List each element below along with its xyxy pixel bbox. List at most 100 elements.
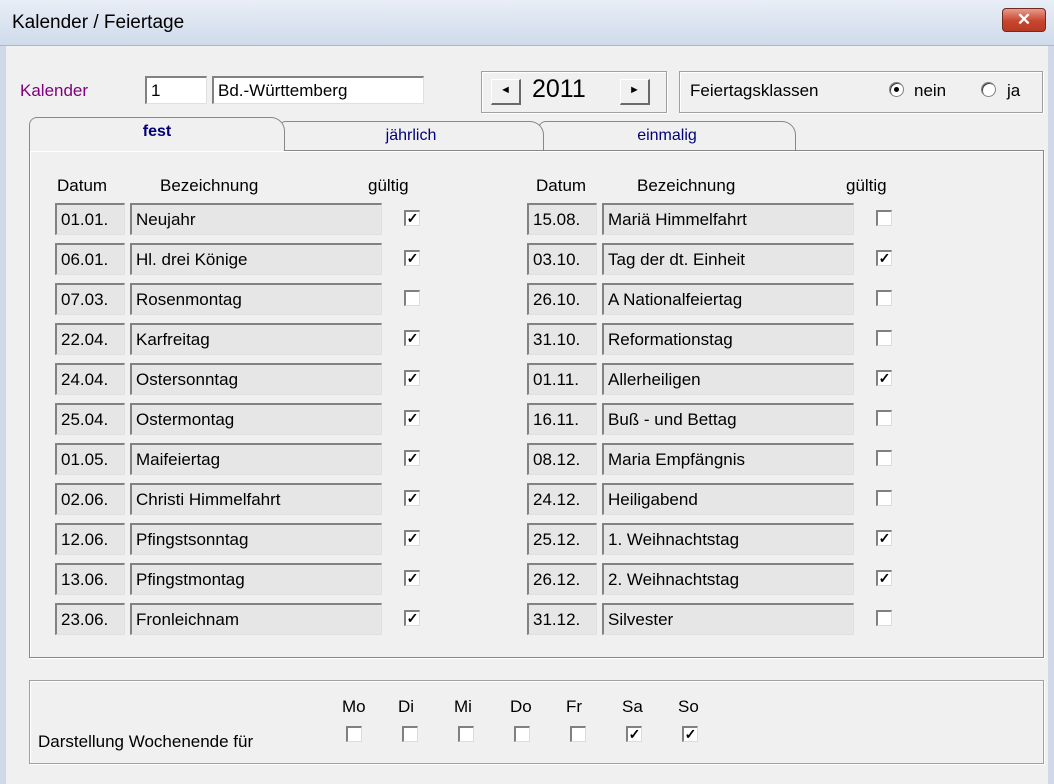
holiday-date[interactable]: 25.12. bbox=[527, 523, 597, 555]
holiday-name[interactable]: 1. Weihnachtstag bbox=[602, 523, 854, 555]
calendar-name-field[interactable]: Bd.-Württemberg bbox=[212, 76, 424, 104]
holiday-name[interactable]: 2. Weihnachtstag bbox=[602, 563, 854, 595]
holiday-name[interactable]: Rosenmontag bbox=[130, 283, 382, 315]
weekday-checkbox[interactable] bbox=[570, 726, 586, 742]
weekday-checkbox[interactable]: ✓ bbox=[626, 726, 642, 742]
holiday-valid-checkbox[interactable]: ✓ bbox=[876, 370, 892, 386]
next-year-button[interactable]: ► bbox=[620, 79, 650, 105]
holiday-name[interactable]: Karfreitag bbox=[130, 323, 382, 355]
holiday-name[interactable]: Heiligabend bbox=[602, 483, 854, 515]
col-header-gueltig-right: gültig bbox=[846, 176, 887, 195]
holiday-date[interactable]: 24.04. bbox=[55, 363, 125, 395]
tab-einmalig[interactable]: einmalig bbox=[538, 121, 796, 151]
holiday-valid-checkbox[interactable] bbox=[876, 410, 892, 426]
holiday-valid-checkbox[interactable]: ✓ bbox=[876, 250, 892, 266]
holiday-name[interactable]: Fronleichnam bbox=[130, 603, 382, 635]
holiday-date[interactable]: 01.11. bbox=[527, 363, 597, 395]
holiday-valid-checkbox[interactable]: ✓ bbox=[404, 490, 420, 506]
holiday-valid-checkbox[interactable] bbox=[404, 290, 420, 306]
holiday-valid-checkbox[interactable] bbox=[876, 330, 892, 346]
holiday-valid-checkbox[interactable]: ✓ bbox=[404, 570, 420, 586]
holiday-valid-checkbox[interactable]: ✓ bbox=[404, 250, 420, 266]
holiday-valid-checkbox[interactable] bbox=[876, 210, 892, 226]
tab-fest[interactable]: fest bbox=[29, 117, 285, 151]
holiday-date[interactable]: 25.04. bbox=[55, 403, 125, 435]
holiday-name[interactable]: Christi Himmelfahrt bbox=[130, 483, 382, 515]
holiday-date[interactable]: 02.06. bbox=[55, 483, 125, 515]
weekday-checkbox[interactable] bbox=[514, 726, 530, 742]
holiday-name[interactable]: Hl. drei Könige bbox=[130, 243, 382, 275]
weekday-label: Fr bbox=[566, 697, 583, 716]
chevron-left-icon: ◄ bbox=[500, 84, 511, 96]
holiday-name[interactable]: Reformationstag bbox=[602, 323, 854, 355]
tab-jaehrlich[interactable]: jährlich bbox=[278, 121, 544, 151]
calendar-number-field[interactable]: 1 bbox=[145, 76, 207, 104]
holiday-date[interactable]: 22.04. bbox=[55, 323, 125, 355]
holiday-name[interactable]: Pfingstmontag bbox=[130, 563, 382, 595]
weekend-label: Darstellung Wochenende für bbox=[38, 732, 254, 751]
prev-year-button[interactable]: ◄ bbox=[491, 79, 521, 105]
holiday-date[interactable]: 26.12. bbox=[527, 563, 597, 595]
holiday-date[interactable]: 06.01. bbox=[55, 243, 125, 275]
weekday-checkbox[interactable] bbox=[346, 726, 362, 742]
weekday-checkbox[interactable] bbox=[402, 726, 418, 742]
holiday-name[interactable]: Tag der dt. Einheit bbox=[602, 243, 854, 275]
col-header-datum-right: Datum bbox=[536, 176, 587, 195]
holiday-name[interactable]: Maifeiertag bbox=[130, 443, 382, 475]
window-title: Kalender / Feiertage bbox=[12, 12, 185, 33]
holiday-name[interactable]: Allerheiligen bbox=[602, 363, 854, 395]
close-button[interactable]: ✕ bbox=[1002, 8, 1046, 32]
weekday-label: Sa bbox=[622, 697, 643, 716]
holiday-valid-checkbox[interactable]: ✓ bbox=[404, 450, 420, 466]
holiday-valid-checkbox[interactable]: ✓ bbox=[876, 530, 892, 546]
holiday-name[interactable]: Buß - und Bettag bbox=[602, 403, 854, 435]
holiday-date[interactable]: 01.05. bbox=[55, 443, 125, 475]
holiday-name[interactable]: Ostersonntag bbox=[130, 363, 382, 395]
holiday-name[interactable]: Pfingstsonntag bbox=[130, 523, 382, 555]
holiday-valid-checkbox[interactable] bbox=[876, 290, 892, 306]
holiday-date[interactable]: 13.06. bbox=[55, 563, 125, 595]
holiday-date[interactable]: 08.12. bbox=[527, 443, 597, 475]
holiday-date[interactable]: 31.10. bbox=[527, 323, 597, 355]
holiday-name[interactable]: Silvester bbox=[602, 603, 854, 635]
holiday-date[interactable]: 26.10. bbox=[527, 283, 597, 315]
radio-nein-label[interactable]: nein bbox=[914, 81, 946, 101]
weekday-checkbox[interactable]: ✓ bbox=[682, 726, 698, 742]
holiday-valid-checkbox[interactable]: ✓ bbox=[404, 330, 420, 346]
radio-ja[interactable] bbox=[981, 82, 996, 97]
holiday-valid-checkbox[interactable]: ✓ bbox=[404, 610, 420, 626]
holiday-valid-checkbox[interactable]: ✓ bbox=[404, 530, 420, 546]
holiday-name[interactable]: Maria Empfängnis bbox=[602, 443, 854, 475]
holiday-valid-checkbox[interactable]: ✓ bbox=[404, 210, 420, 226]
chevron-right-icon: ► bbox=[629, 84, 640, 96]
col-header-gueltig-left: gültig bbox=[368, 176, 409, 195]
year-display: 2011 bbox=[532, 75, 586, 103]
weekday-label: Di bbox=[398, 697, 415, 716]
holiday-date[interactable]: 15.08. bbox=[527, 203, 597, 235]
radio-nein[interactable] bbox=[889, 82, 904, 97]
holiday-valid-checkbox[interactable]: ✓ bbox=[404, 370, 420, 386]
holiday-valid-checkbox[interactable] bbox=[876, 610, 892, 626]
radio-ja-label[interactable]: ja bbox=[1007, 81, 1020, 101]
holiday-date[interactable]: 31.12. bbox=[527, 603, 597, 635]
holiday-valid-checkbox[interactable] bbox=[876, 490, 892, 506]
weekday-label: Mi bbox=[454, 697, 472, 716]
holiday-date[interactable]: 23.06. bbox=[55, 603, 125, 635]
holiday-date[interactable]: 07.03. bbox=[55, 283, 125, 315]
holiday-name[interactable]: A Nationalfeiertag bbox=[602, 283, 854, 315]
col-header-bezeichnung-right: Bezeichnung bbox=[637, 176, 736, 195]
holiday-date[interactable]: 12.06. bbox=[55, 523, 125, 555]
col-header-datum-left: Datum bbox=[57, 176, 108, 195]
holiday-date[interactable]: 16.11. bbox=[527, 403, 597, 435]
holiday-valid-checkbox[interactable] bbox=[876, 450, 892, 466]
holiday-name[interactable]: Mariä Himmelfahrt bbox=[602, 203, 854, 235]
holiday-date[interactable]: 01.01. bbox=[55, 203, 125, 235]
holiday-date[interactable]: 24.12. bbox=[527, 483, 597, 515]
holiday-date[interactable]: 03.10. bbox=[527, 243, 597, 275]
holiday-valid-checkbox[interactable]: ✓ bbox=[876, 570, 892, 586]
weekday-label: Mo bbox=[342, 697, 366, 716]
holiday-name[interactable]: Ostermontag bbox=[130, 403, 382, 435]
holiday-name[interactable]: Neujahr bbox=[130, 203, 382, 235]
weekday-checkbox[interactable] bbox=[458, 726, 474, 742]
holiday-valid-checkbox[interactable]: ✓ bbox=[404, 410, 420, 426]
